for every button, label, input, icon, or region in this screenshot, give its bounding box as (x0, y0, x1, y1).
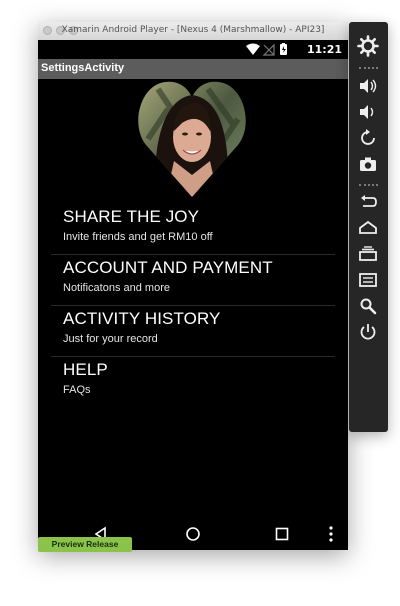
menu-item-account-and-payment[interactable]: ACCOUNT AND PAYMENT Notificatons and mor… (51, 255, 335, 306)
emulator-side-panel (349, 22, 388, 432)
menu-item-activity-history[interactable]: ACTIVITY HISTORY Just for your record (51, 306, 335, 357)
menu-icon[interactable] (357, 269, 379, 291)
overflow-menu-icon[interactable] (321, 524, 341, 544)
android-status-bar: 11:21 (38, 40, 348, 59)
rotate-icon[interactable] (357, 127, 379, 149)
volume-down-icon[interactable] (357, 101, 379, 123)
panel-divider (359, 67, 378, 71)
preview-release-badge: Preview Release (38, 537, 132, 552)
camera-icon[interactable] (357, 153, 379, 175)
menu-item-subtitle: Invite friends and get RM10 off (63, 231, 213, 243)
back-icon[interactable] (357, 191, 379, 213)
battery-charging-icon (280, 43, 287, 55)
recents-icon[interactable] (357, 243, 379, 265)
settings-menu: SHARE THE JOY Invite friends and get RM1… (51, 204, 335, 408)
power-icon[interactable] (357, 321, 379, 343)
window-titlebar: Xamarin Android Player - [Nexus 4 (Marsh… (38, 22, 348, 41)
menu-item-subtitle: Notificatons and more (63, 282, 170, 294)
status-time: 11:21 (306, 43, 342, 56)
search-icon[interactable] (357, 295, 379, 317)
settings-content: SHARE THE JOY Invite friends and get RM1… (38, 79, 348, 517)
settings-gear-icon[interactable] (357, 35, 379, 57)
menu-item-title: ACTIVITY HISTORY (63, 309, 221, 328)
profile-avatar[interactable] (138, 79, 246, 197)
home-icon[interactable] (183, 524, 203, 544)
emulator-window: Xamarin Android Player - [Nexus 4 (Marsh… (38, 22, 348, 550)
wifi-icon (246, 43, 260, 55)
menu-item-subtitle: Just for your record (63, 333, 158, 345)
panel-divider (359, 184, 378, 188)
menu-item-title: ACCOUNT AND PAYMENT (63, 258, 273, 277)
recents-icon[interactable] (272, 524, 292, 544)
menu-item-share-the-joy[interactable]: SHARE THE JOY Invite friends and get RM1… (51, 204, 335, 255)
page-title: SettingsActivity (41, 62, 125, 74)
status-icons (246, 43, 287, 56)
volume-up-icon[interactable] (357, 75, 379, 97)
action-bar: SettingsActivity (38, 59, 348, 79)
menu-item-title: HELP (63, 360, 108, 379)
menu-item-title: SHARE THE JOY (63, 207, 200, 226)
window-title: Xamarin Android Player - [Nexus 4 (Marsh… (61, 25, 325, 35)
no-signal-icon (262, 43, 275, 56)
home-icon[interactable] (357, 217, 379, 239)
menu-item-help[interactable]: HELP FAQs (51, 357, 335, 408)
menu-item-subtitle: FAQs (63, 384, 91, 396)
